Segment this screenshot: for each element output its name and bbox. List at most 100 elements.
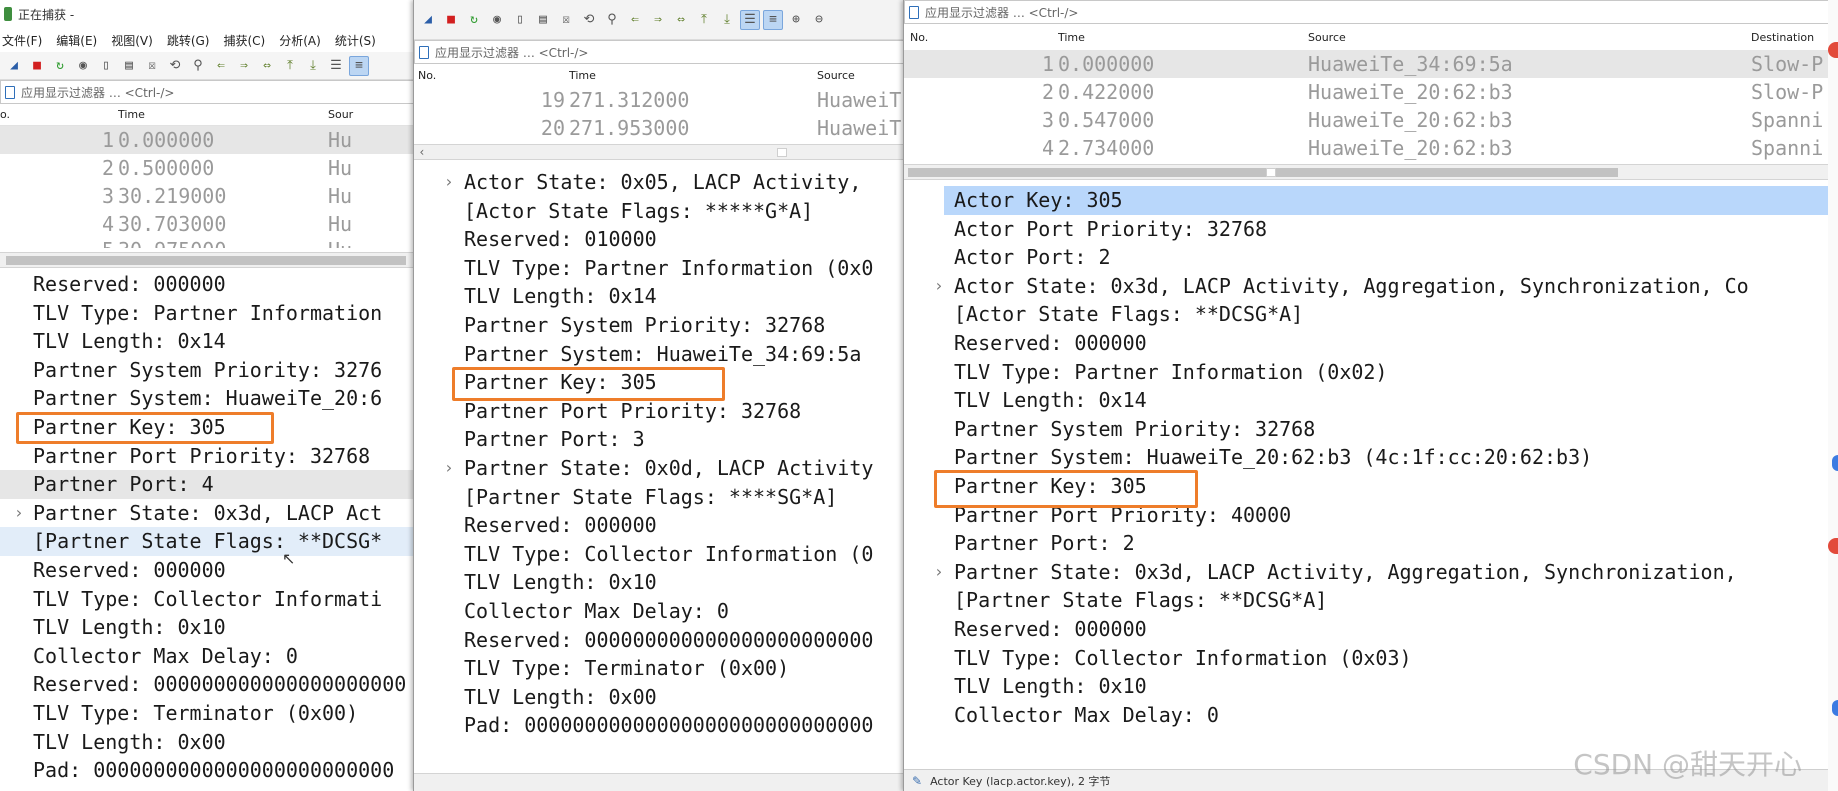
menu-analyze[interactable]: 分析(A) bbox=[279, 32, 321, 49]
detail-line[interactable]: Partner Port Priority: 32768 bbox=[0, 442, 418, 471]
column-header-no[interactable]: No. bbox=[414, 69, 569, 82]
shark-fin-icon[interactable]: ◢ bbox=[4, 56, 24, 76]
detail-line[interactable]: Partner System Priority: 32768 bbox=[414, 311, 908, 340]
detail-line-expandable[interactable]: › Partner State: 0x3d, LACP Act bbox=[0, 499, 418, 528]
detail-line[interactable]: Collector Max Delay: 0 bbox=[904, 701, 1838, 730]
detail-line[interactable]: [Partner State Flags: **DCSG* bbox=[0, 527, 418, 556]
packet-row[interactable]: 3 0.547000 HuaweiTe_20:62:b3 Spanni bbox=[904, 106, 1838, 134]
packet-row[interactable]: 2 0.500000 Hu bbox=[0, 154, 418, 182]
go-back-icon[interactable]: ⇐ bbox=[625, 10, 645, 30]
detail-line[interactable]: TLV Type: Terminator (0x00) bbox=[414, 654, 908, 683]
detail-line[interactable]: Partner Port: 4 bbox=[0, 470, 418, 499]
detail-line[interactable]: [Actor State Flags: *****G*A] bbox=[414, 197, 908, 226]
detail-line[interactable]: [Actor State Flags: **DCSG*A] bbox=[904, 300, 1838, 329]
menu-capture[interactable]: 捕获(C) bbox=[223, 32, 265, 49]
detail-line[interactable]: TLV Type: Partner Information (0x0 bbox=[414, 254, 908, 283]
reload-file-icon[interactable]: ⟲ bbox=[165, 56, 185, 76]
capture-options-icon[interactable]: ◉ bbox=[73, 56, 93, 76]
close-file-icon[interactable]: ☒ bbox=[142, 56, 162, 76]
expand-arrow-icon[interactable]: › bbox=[444, 168, 454, 197]
column-header-source[interactable]: Sour bbox=[328, 108, 408, 121]
detail-line[interactable]: Reserved: 000000 bbox=[414, 511, 908, 540]
restart-capture-icon[interactable]: ↻ bbox=[464, 10, 484, 30]
zoom-in-icon[interactable]: ⊕ bbox=[786, 10, 806, 30]
detail-line-expandable[interactable]: › Partner State: 0x3d, LACP Activity, Ag… bbox=[904, 558, 1838, 587]
packet-row[interactable]: 3 30.219000 Hu bbox=[0, 182, 418, 210]
go-forward-icon[interactable]: ⇒ bbox=[234, 56, 254, 76]
bottom-scrollbar[interactable] bbox=[414, 773, 908, 791]
detail-line[interactable]: TLV Length: 0x10 bbox=[414, 568, 908, 597]
side-widget-icon[interactable] bbox=[1832, 700, 1838, 716]
packet-row[interactable]: 4 2.734000 HuaweiTe_20:62:b3 Spanni bbox=[904, 134, 1838, 162]
find-packet-icon[interactable]: ⚲ bbox=[602, 10, 622, 30]
go-back-icon[interactable]: ⇐ bbox=[211, 56, 231, 76]
detail-line[interactable]: Partner System: HuaweiTe_20:62:b3 (4c:1f… bbox=[904, 443, 1838, 472]
detail-line[interactable]: [Partner State Flags: ****SG*A] bbox=[414, 483, 908, 512]
go-first-icon[interactable]: ⤒ bbox=[280, 56, 300, 76]
display-filter-input[interactable]: 应用显示过滤器 … <Ctrl-/> bbox=[925, 4, 1837, 21]
detail-line[interactable]: Reserved: 010000 bbox=[414, 225, 908, 254]
detail-line[interactable]: Partner System Priority: 32768 bbox=[904, 415, 1838, 444]
packet-row[interactable]: 1 0.000000 Hu bbox=[0, 126, 418, 154]
detail-line[interactable]: TLV Length: 0x10 bbox=[904, 672, 1838, 701]
packet-row[interactable]: 2 0.422000 HuaweiTe_20:62:b3 Slow-P bbox=[904, 78, 1838, 106]
expand-arrow-icon[interactable]: › bbox=[934, 558, 944, 587]
menu-view[interactable]: 视图(V) bbox=[111, 32, 153, 49]
detail-line[interactable]: Partner Port: 2 bbox=[904, 529, 1838, 558]
detail-line[interactable]: TLV Type: Partner Information bbox=[0, 299, 418, 328]
detail-line[interactable]: Actor Port Priority: 32768 bbox=[904, 215, 1838, 244]
detail-line[interactable]: TLV Type: Terminator (0x00) bbox=[0, 699, 418, 728]
detail-line[interactable]: Reserved: 000000 bbox=[904, 615, 1838, 644]
detail-line[interactable]: TLV Length: 0x14 bbox=[904, 386, 1838, 415]
column-header-time[interactable]: Time bbox=[569, 69, 817, 82]
detail-line[interactable]: Partner Port Priority: 32768 bbox=[414, 397, 908, 426]
side-widget-icon[interactable] bbox=[1832, 455, 1838, 471]
detail-line[interactable]: TLV Type: Collector Information (0 bbox=[414, 540, 908, 569]
detail-line-expandable[interactable]: › Partner State: 0x0d, LACP Activity bbox=[414, 454, 908, 483]
detail-line[interactable]: Partner System: HuaweiTe_34:69:5a bbox=[414, 340, 908, 369]
display-filter-input[interactable]: 应用显示过滤器 … <Ctrl-/> bbox=[21, 84, 417, 101]
packet-list-scrollbar[interactable]: ‹ bbox=[414, 144, 908, 160]
column-header-source[interactable]: Source bbox=[1308, 31, 1751, 44]
autoscroll-icon[interactable]: ☰ bbox=[326, 56, 346, 76]
stop-capture-icon[interactable]: ■ bbox=[27, 56, 47, 76]
packet-row[interactable]: 1 0.000000 HuaweiTe_34:69:5a Slow-P bbox=[904, 50, 1838, 78]
packet-list-scrollbar[interactable] bbox=[0, 252, 418, 268]
expand-arrow-icon[interactable]: › bbox=[14, 499, 24, 528]
bookmark-icon[interactable] bbox=[909, 5, 919, 19]
save-file-icon[interactable]: ▤ bbox=[119, 56, 139, 76]
display-filter-bar[interactable]: 应用显示过滤器 … <Ctrl-/> bbox=[0, 80, 418, 104]
go-first-icon[interactable]: ⤒ bbox=[694, 10, 714, 30]
scroll-left-icon[interactable]: ‹ bbox=[414, 145, 430, 159]
close-file-icon[interactable]: ☒ bbox=[556, 10, 576, 30]
detail-line[interactable]: TLV Length: 0x10 bbox=[0, 613, 418, 642]
detail-line[interactable]: TLV Type: Collector Informati bbox=[0, 585, 418, 614]
display-filter-bar[interactable]: 应用显示过滤器 … <Ctrl-/> bbox=[904, 0, 1838, 24]
go-forward-icon[interactable]: ⇒ bbox=[648, 10, 668, 30]
go-last-icon[interactable]: ⤓ bbox=[303, 56, 323, 76]
column-header-source[interactable]: Source bbox=[817, 69, 907, 82]
detail-line[interactable]: Collector Max Delay: 0 bbox=[414, 597, 908, 626]
detail-line[interactable]: Pad: 00000000000000000000000000000 bbox=[414, 711, 908, 740]
capture-options-icon[interactable]: ◉ bbox=[487, 10, 507, 30]
detail-line-expandable[interactable]: › Actor State: 0x3d, LACP Activity, Aggr… bbox=[904, 272, 1838, 301]
menu-go[interactable]: 跳转(G) bbox=[167, 32, 210, 49]
autoscroll-icon[interactable]: ☰ bbox=[740, 9, 760, 30]
display-filter-input[interactable]: 应用显示过滤器 … <Ctrl-/> bbox=[435, 44, 907, 61]
display-filter-bar[interactable]: 应用显示过滤器 … <Ctrl-/> bbox=[414, 40, 908, 64]
open-file-icon[interactable]: ▯ bbox=[96, 56, 116, 76]
menu-statistics[interactable]: 统计(S) bbox=[335, 32, 376, 49]
go-to-packet-icon[interactable]: ⇔ bbox=[671, 10, 691, 30]
shark-fin-icon[interactable]: ◢ bbox=[418, 10, 438, 30]
detail-line[interactable]: [Partner State Flags: **DCSG*A] bbox=[904, 586, 1838, 615]
detail-line[interactable]: Partner Port: 3 bbox=[414, 425, 908, 454]
go-last-icon[interactable]: ⤓ bbox=[717, 10, 737, 30]
bookmark-icon[interactable] bbox=[419, 45, 429, 59]
detail-line[interactable]: Reserved: 000000 bbox=[904, 329, 1838, 358]
colorize-icon[interactable]: ≡ bbox=[763, 9, 783, 30]
expert-info-icon[interactable]: ✎ bbox=[912, 774, 922, 788]
find-packet-icon[interactable]: ⚲ bbox=[188, 56, 208, 76]
menu-file[interactable]: 文件(F) bbox=[2, 32, 42, 49]
detail-line[interactable]: TLV Length: 0x00 bbox=[0, 728, 418, 757]
detail-line[interactable]: Partner System Priority: 3276 bbox=[0, 356, 418, 385]
